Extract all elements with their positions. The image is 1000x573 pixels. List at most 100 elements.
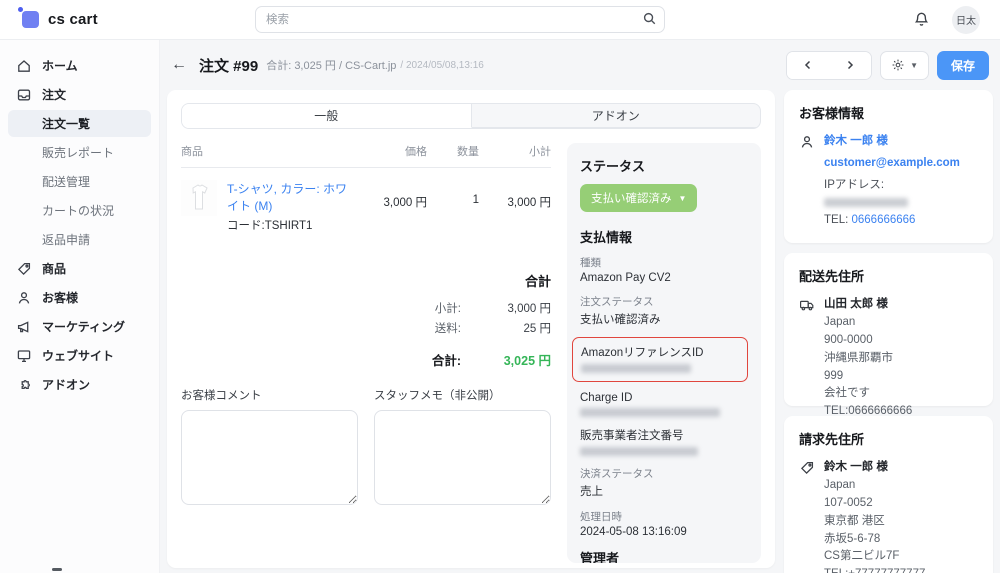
- billing-name: 鈴木 一郎 様: [824, 461, 888, 474]
- logo-text: cs cart: [48, 11, 98, 28]
- customer-comment-label: お客様コメント: [181, 390, 262, 402]
- customer-phone-link[interactable]: 0666666666: [852, 214, 916, 226]
- chevron-down-icon: ▼: [678, 193, 687, 203]
- sidebar-item-website[interactable]: ウェブサイト: [8, 342, 151, 369]
- sidebar-item-rma[interactable]: 返品申請: [8, 226, 151, 253]
- col-qty: 数量: [457, 146, 479, 158]
- field-label: 決済ステータス: [580, 468, 654, 480]
- sidebar: ホーム 注文 注文一覧 販売レポート 配送管理 カートの状況 返品申請 商品 お…: [0, 40, 160, 573]
- field-value: Amazon Pay CV2: [580, 272, 671, 284]
- products-table-header: 商品 価格 数量 小計: [181, 143, 551, 168]
- status-heading: ステータス: [580, 159, 646, 174]
- search-icon: [642, 11, 657, 31]
- save-button[interactable]: 保存: [936, 50, 989, 80]
- billing-address-card: 請求先住所 鈴木 一郎 様 Japan 107-0052 東京都 港区 赤坂5-…: [784, 416, 993, 573]
- settings-gear-button[interactable]: ▼: [880, 50, 929, 80]
- col-price: 価格: [405, 146, 427, 158]
- address-line: 赤坂5-6-78: [824, 532, 881, 545]
- prev-order-button[interactable]: [787, 51, 830, 79]
- payment-field: 決済ステータス 売上: [580, 466, 748, 499]
- back-arrow-icon[interactable]: ←: [171, 56, 187, 74]
- sidebar-item-customers[interactable]: お客様: [8, 284, 151, 311]
- payment-field: Charge ID: [580, 392, 748, 417]
- sidebar-item-home[interactable]: ホーム: [8, 52, 151, 79]
- field-label: 種類: [580, 257, 601, 269]
- sidebar-item-products[interactable]: 商品: [8, 255, 151, 282]
- subtotal-value: 3,000 円: [507, 303, 551, 315]
- sidebar-item-orders[interactable]: 注文: [8, 81, 151, 108]
- order-status-button[interactable]: 支払い確認済み ▼: [580, 184, 698, 212]
- address-line: 沖縄県那覇市: [824, 351, 893, 364]
- shipping-address-card: 配送先住所 山田 太郎 様 Japan 900-0000 沖縄県那覇市 999: [784, 253, 993, 417]
- customer-name-link[interactable]: 鈴木 一郎 様: [824, 133, 978, 151]
- field-label: 販売事業者注文番号: [580, 430, 684, 442]
- customer-comment-textarea[interactable]: [181, 410, 358, 505]
- payment-field: 種類 Amazon Pay CV2: [580, 255, 748, 284]
- address-line: 107-0052: [824, 496, 873, 509]
- col-product: 商品: [181, 146, 203, 158]
- app-logo[interactable]: cs cart: [18, 7, 98, 28]
- search-input[interactable]: [255, 6, 665, 33]
- next-order-button[interactable]: [829, 51, 872, 79]
- gear-icon: [891, 58, 905, 72]
- info-column: お客様情報 鈴木 一郎 様 customer@example.com IPアドレ…: [784, 90, 993, 573]
- amazon-reference-highlight: AmazonリファレンスID: [572, 337, 748, 382]
- total-label: 合計:: [431, 354, 461, 368]
- megaphone-icon: [16, 319, 32, 335]
- sidebar-item-label: マーケティング: [42, 320, 126, 334]
- sidebar-item-carts[interactable]: カートの状況: [8, 197, 151, 224]
- sidebar-item-marketing[interactable]: マーケティング: [8, 313, 151, 340]
- sidebar-item-label: 商品: [42, 262, 67, 276]
- status-button-label: 支払い確認済み: [591, 193, 672, 205]
- redacted-value: [824, 198, 908, 208]
- sidebar-item-addons[interactable]: アドオン: [8, 371, 151, 398]
- address-line: TEL:+77777777777: [824, 566, 978, 573]
- product-link[interactable]: T-シャツ, カラー: ホワイト (M): [227, 180, 347, 214]
- cscart-logo-icon: [18, 7, 39, 28]
- order-meta: 合計: 3,025 円 / CS-Cart.jp: [266, 60, 397, 72]
- admin-heading: 管理者: [580, 551, 620, 563]
- tab-general[interactable]: 一般: [182, 104, 472, 128]
- field-label: 注文ステータス: [580, 296, 654, 308]
- ip-address-label: IPアドレス:: [824, 178, 885, 191]
- redacted-value: [581, 364, 691, 373]
- sidebar-item-shipments[interactable]: 配送管理: [8, 168, 151, 195]
- tag-icon: [16, 261, 32, 277]
- field-label: 処理日時: [580, 511, 622, 523]
- field-label: Charge ID: [580, 392, 633, 404]
- subtotal-label: 小計:: [434, 303, 461, 315]
- field-value: 売上: [580, 486, 603, 498]
- payment-field: 販売事業者注文番号: [580, 427, 748, 456]
- sidebar-item-label: お客様: [42, 291, 79, 305]
- payment-field: 処理日時 2024-05-08 13:16:09: [580, 509, 748, 538]
- payment-field: 注文ステータス 支払い確認済み: [580, 294, 748, 327]
- staff-memo-textarea[interactable]: [374, 410, 551, 505]
- order-nav-group: [786, 50, 873, 80]
- payment-field: AmazonリファレンスID: [581, 344, 739, 373]
- customer-email-link[interactable]: customer@example.com: [824, 155, 978, 173]
- user-avatar[interactable]: 日太: [952, 5, 980, 34]
- notifications-bell-icon[interactable]: [913, 11, 930, 28]
- product-thumbnail: [181, 180, 217, 216]
- sidebar-collapse-icon[interactable]: [52, 568, 62, 571]
- truck-icon: [799, 296, 815, 421]
- order-card: 一般 アドオン 商品 価格 数量 小計 T-シャツ, カラー: ホワイト (M)…: [167, 90, 775, 568]
- sidebar-item-orders-list[interactable]: 注文一覧: [8, 110, 151, 137]
- table-row: T-シャツ, カラー: ホワイト (M) コード:TSHIRT1 3,000 円…: [181, 168, 551, 245]
- field-label: AmazonリファレンスID: [581, 347, 704, 359]
- page-title: 注文 #99: [199, 57, 259, 75]
- address-line: 東京都 港区: [824, 514, 885, 527]
- tab-addons[interactable]: アドオン: [471, 104, 760, 128]
- orders-submenu: 注文一覧 販売レポート 配送管理 カートの状況 返品申請: [8, 110, 151, 253]
- product-price: 3,000 円: [383, 197, 427, 209]
- home-icon: [16, 58, 32, 74]
- orders-inbox-icon: [16, 87, 32, 103]
- address-line: CS第二ビル7F: [824, 550, 900, 563]
- sidebar-item-sales-reports[interactable]: 販売レポート: [8, 139, 151, 166]
- col-subtotal: 小計: [529, 146, 551, 158]
- shipping-address-heading: 配送先住所: [799, 269, 865, 285]
- puzzle-icon: [16, 377, 32, 393]
- address-line: Japan: [824, 316, 856, 329]
- staff-memo-label: スタッフメモ（非公開）: [374, 390, 501, 402]
- tel-label: TEL:: [824, 214, 849, 227]
